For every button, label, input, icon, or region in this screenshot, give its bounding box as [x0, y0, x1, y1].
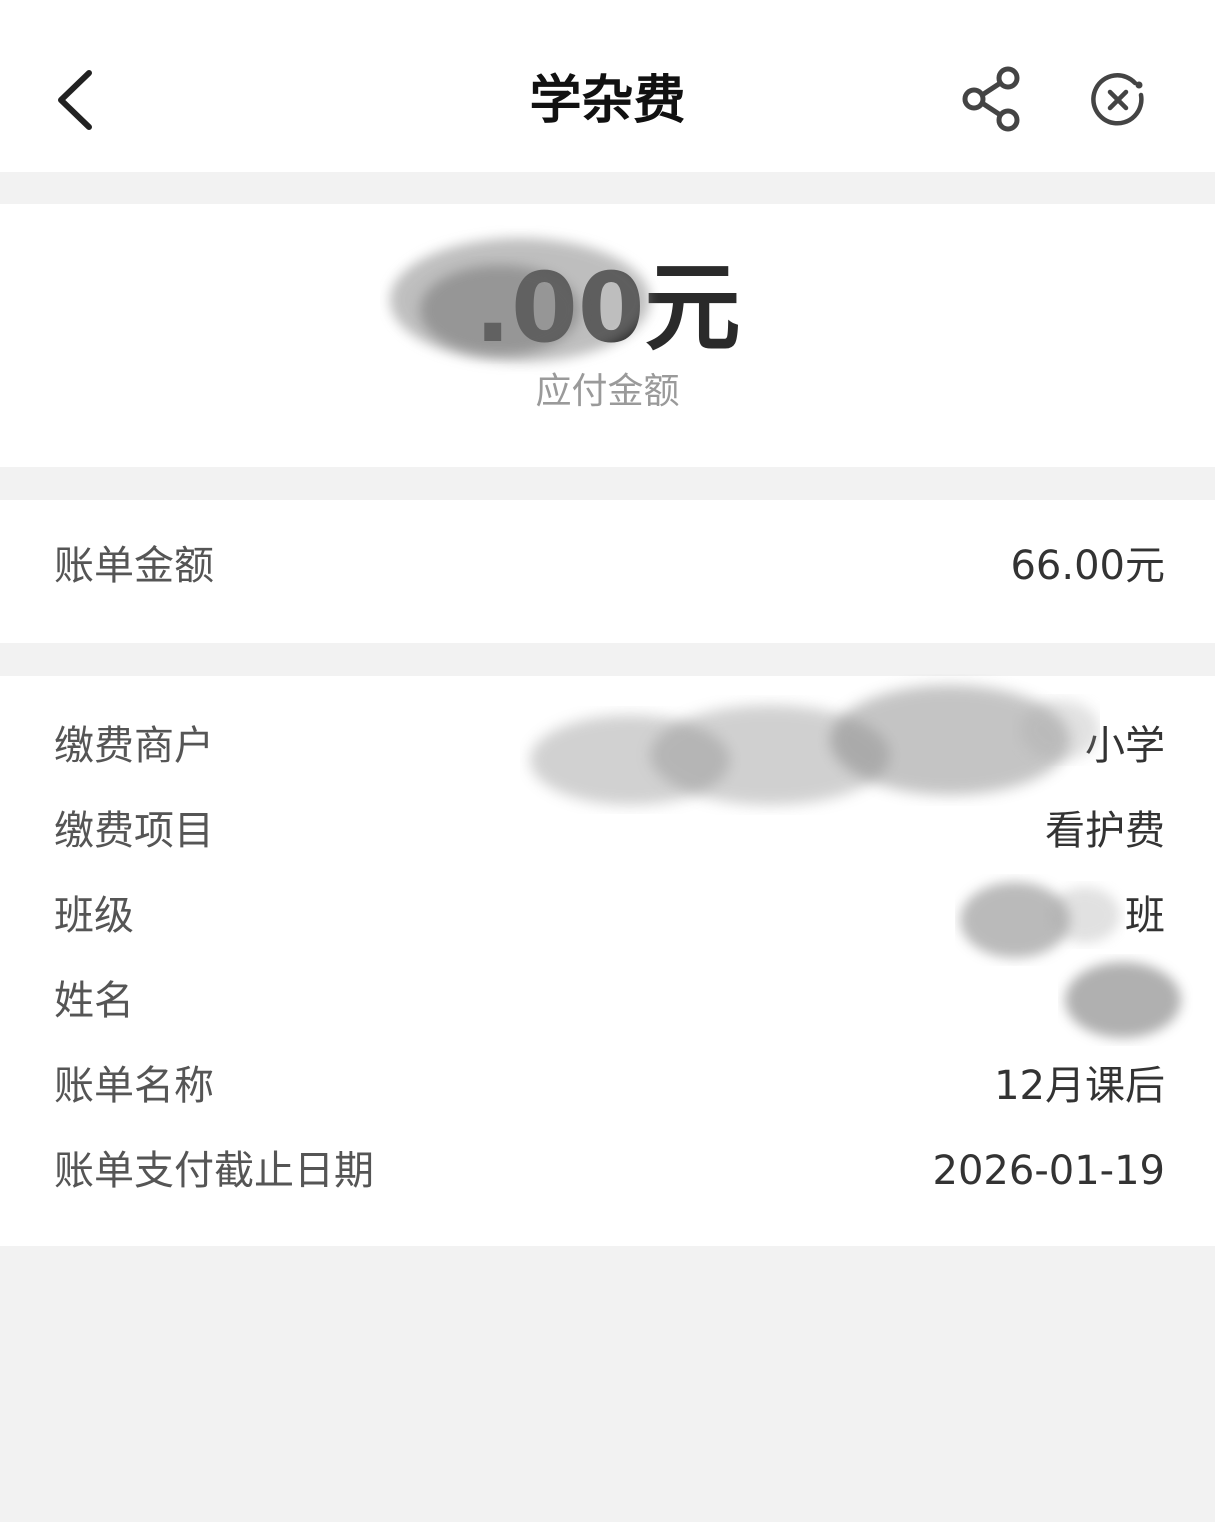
amount-due-label: 应付金额 — [535, 371, 680, 412]
item-label: 缴费项目 — [54, 808, 214, 854]
detail-row-bill-name: 账单名称 12月课后 — [54, 1056, 1165, 1116]
item-value: 看护费 — [1045, 808, 1165, 854]
share-icon — [960, 64, 1024, 138]
bill-amount-label: 账单金额 — [54, 543, 214, 589]
detail-row-name: 姓名 — [54, 971, 1165, 1031]
deadline-label: 账单支付截止日期 — [54, 1148, 374, 1194]
bill-name-label: 账单名称 — [54, 1063, 214, 1109]
bill-amount-row: 账单金额 66.00元 — [54, 536, 1165, 596]
detail-row-merchant: 缴费商户 小学 — [54, 716, 1165, 776]
close-circle-icon — [1089, 71, 1149, 135]
detail-row-class: 班级 班 — [54, 886, 1165, 946]
merchant-label: 缴费商户 — [54, 723, 214, 769]
details-card: 缴费商户 小学 缴费项目 看护费 班级 班 姓名 账单名称 12月课后 账单支付… — [0, 676, 1215, 1246]
class-value: 班 — [1125, 893, 1165, 939]
bill-amount-value: 66.00元 — [1010, 543, 1165, 589]
bill-amount-card: 账单金额 66.00元 — [0, 500, 1215, 643]
class-label: 班级 — [54, 893, 134, 939]
merchant-value: 小学 — [1085, 723, 1165, 769]
close-button[interactable] — [1084, 68, 1154, 138]
detail-row-deadline: 账单支付截止日期 2026-01-19 — [54, 1141, 1165, 1201]
name-label: 姓名 — [54, 978, 134, 1024]
share-button[interactable] — [955, 64, 1029, 138]
page-title: 学杂费 — [529, 71, 686, 131]
nav-bar: 学杂费 — [0, 0, 1215, 172]
deadline-value: 2026-01-19 — [932, 1148, 1165, 1194]
bill-name-value: 12月课后 — [994, 1063, 1165, 1109]
detail-row-item: 缴费项目 看护费 — [54, 801, 1165, 861]
amount-due-value: .00元 — [474, 252, 741, 364]
